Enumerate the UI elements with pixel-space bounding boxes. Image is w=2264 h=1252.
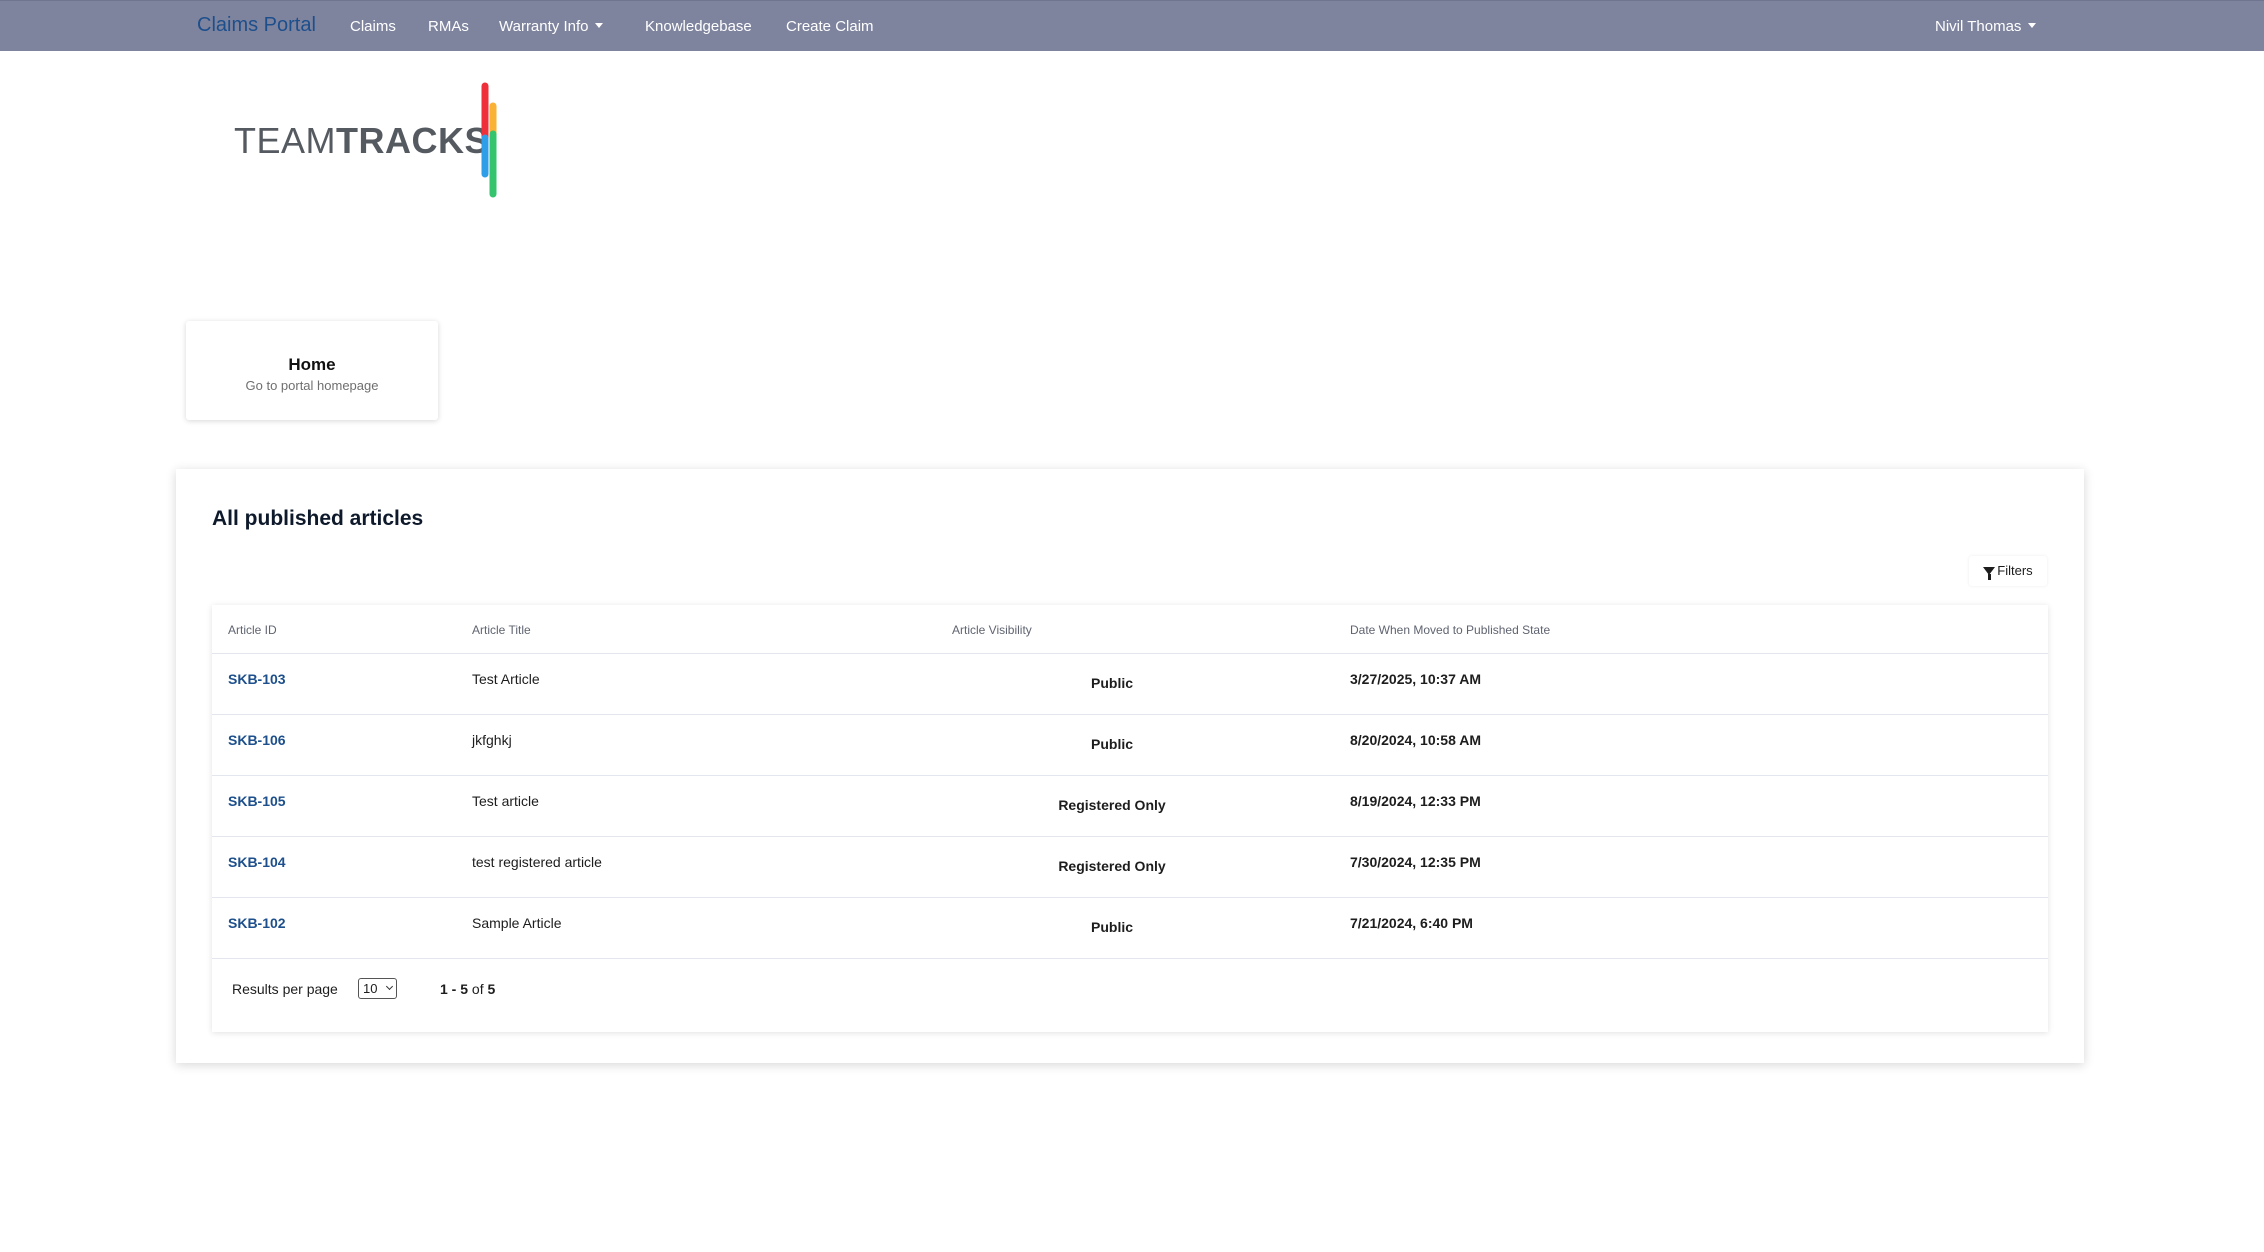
results-per-page-value: 10: [363, 981, 378, 996]
logo-wordmark-light: TEAM: [234, 120, 337, 161]
pagination-range: 1 - 5 of 5: [440, 981, 495, 997]
logo-wordmark: TEAMTRACKS: [234, 120, 489, 162]
table-header: Article ID Article Title Article Visibil…: [212, 605, 2048, 654]
table-row: SKB-104 test registered article Register…: [212, 837, 2048, 898]
chevron-down-icon: [2028, 23, 2037, 28]
articles-panel: All published articles Filters Article I…: [176, 469, 2084, 1063]
article-published-date: 8/20/2024, 10:58 AM: [1350, 732, 1482, 748]
nav-item-warranty-info-label: Warranty Info: [499, 18, 589, 35]
article-title: test registered article: [472, 854, 602, 870]
filter-icon: [1983, 567, 1996, 580]
chevron-down-icon: [595, 23, 604, 28]
nav-item-rmas[interactable]: RMAs: [428, 18, 469, 35]
article-title: Test Article: [472, 671, 540, 687]
nav-item-knowledgebase[interactable]: Knowledgebase: [645, 18, 752, 35]
teamtracks-logo: TEAMTRACKS: [234, 82, 504, 202]
table-row: SKB-105 Test article Registered Only 8/1…: [212, 776, 2048, 837]
article-title: Sample Article: [472, 915, 562, 931]
chevron-down-icon: [385, 982, 394, 991]
table-row: SKB-102 Sample Article Public 7/21/2024,…: [212, 898, 2048, 959]
article-title: Test article: [472, 793, 539, 809]
article-published-date: 3/27/2025, 10:37 AM: [1350, 671, 1482, 687]
nav-item-claims[interactable]: Claims: [350, 18, 396, 35]
filters-button[interactable]: Filters: [1969, 556, 2047, 586]
article-visibility-value: Registered Only: [1058, 858, 1166, 874]
results-per-page-select[interactable]: 10: [358, 978, 397, 999]
article-published-date: 7/30/2024, 12:35 PM: [1350, 854, 1481, 870]
column-header-article-id[interactable]: Article ID: [228, 623, 277, 637]
home-card[interactable]: Home Go to portal homepage: [186, 321, 438, 420]
article-visibility-value: Registered Only: [1058, 797, 1166, 813]
article-title: jkfghkj: [472, 732, 512, 748]
article-published-date: 7/21/2024, 6:40 PM: [1350, 915, 1473, 931]
article-visibility-value: Public: [1091, 919, 1134, 935]
filters-button-label: Filters: [1997, 563, 2033, 578]
article-id-link[interactable]: SKB-104: [228, 854, 286, 870]
logo-bars-icon: [481, 82, 497, 198]
nav-item-warranty-info[interactable]: Warranty Info: [499, 18, 604, 35]
pagination-of: of: [471, 981, 484, 997]
articles-table: Article ID Article Title Article Visibil…: [212, 605, 2048, 1032]
pagination-total: 5: [487, 981, 496, 997]
top-navbar: Claims Portal Claims RMAs Warranty Info …: [0, 0, 2264, 51]
table-row: SKB-106 jkfghkj Public 8/20/2024, 10:58 …: [212, 715, 2048, 776]
user-name: Nivil Thomas: [1935, 18, 2022, 35]
user-menu[interactable]: Nivil Thomas: [1935, 18, 2037, 35]
article-id-link[interactable]: SKB-103: [228, 671, 286, 687]
pagination-range-value: 1 - 5: [440, 981, 469, 997]
table-row: SKB-103 Test Article Public 3/27/2025, 1…: [212, 654, 2048, 715]
column-header-published-date[interactable]: Date When Moved to Published State: [1350, 623, 1550, 637]
article-id-link[interactable]: SKB-106: [228, 732, 286, 748]
article-published-date: 8/19/2024, 12:33 PM: [1350, 793, 1481, 809]
results-per-page-label: Results per page: [232, 981, 338, 997]
article-visibility-value: Public: [1091, 736, 1134, 752]
home-card-title: Home: [288, 355, 336, 374]
article-id-link[interactable]: SKB-102: [228, 915, 286, 931]
logo-wordmark-bold: TRACKS: [336, 120, 490, 161]
page-title: All published articles: [212, 507, 424, 530]
column-header-article-title[interactable]: Article Title: [472, 623, 531, 637]
article-visibility-value: Public: [1091, 675, 1134, 691]
brand-link[interactable]: Claims Portal: [197, 14, 316, 37]
home-card-subtitle: Go to portal homepage: [245, 378, 379, 393]
column-header-article-visibility[interactable]: Article Visibility: [952, 623, 1032, 637]
article-id-link[interactable]: SKB-105: [228, 793, 286, 809]
nav-item-create-claim[interactable]: Create Claim: [786, 18, 874, 35]
